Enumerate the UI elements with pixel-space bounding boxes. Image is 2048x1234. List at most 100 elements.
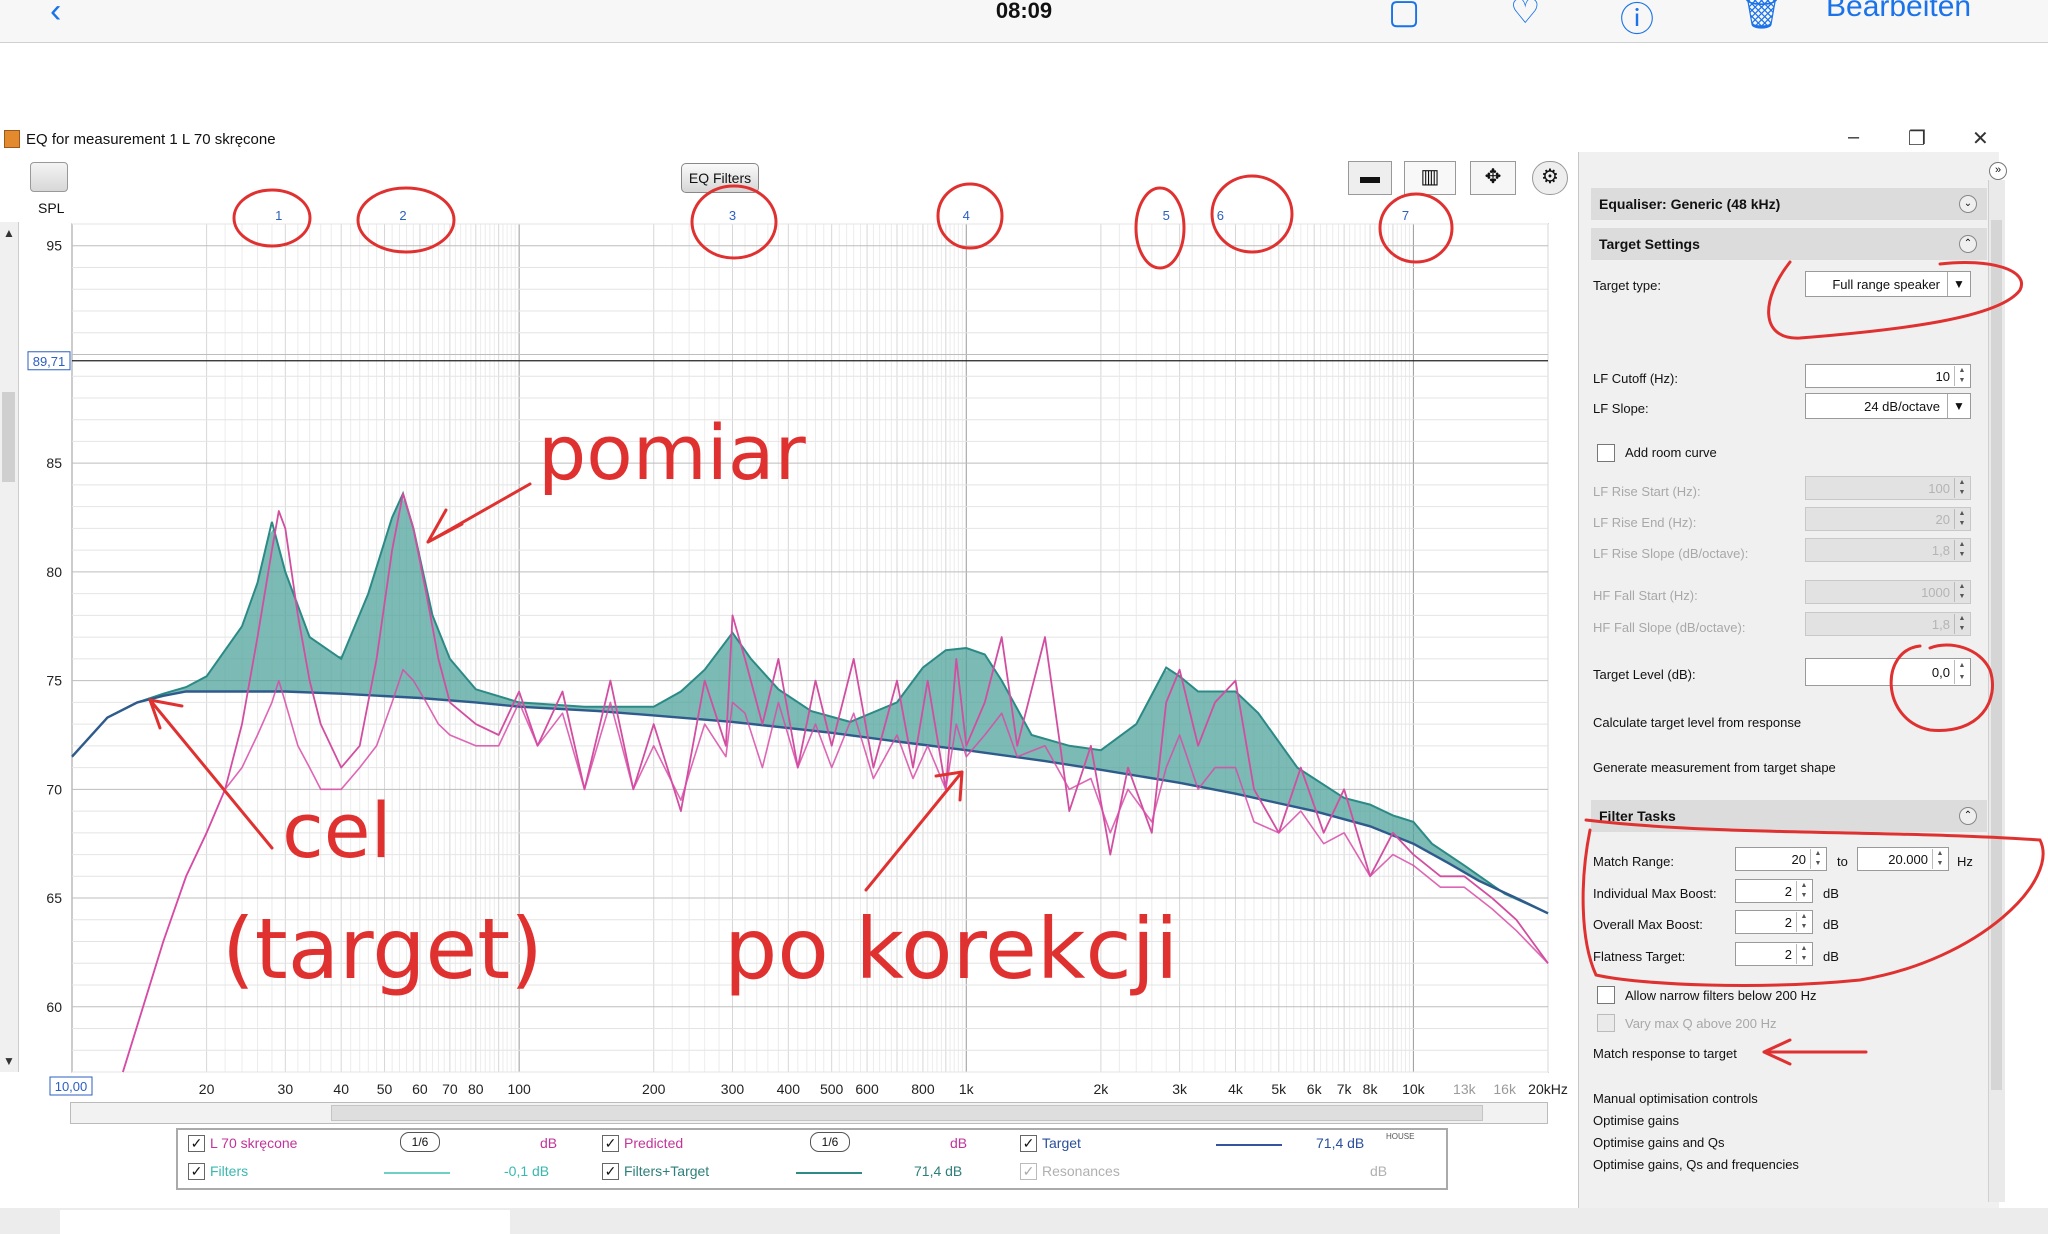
legend-value: 71,4 dB	[1316, 1135, 1365, 1151]
legend-value: dB	[540, 1135, 558, 1151]
legend-item-filters[interactable]: ✓ Filters -0,1 dB	[184, 1160, 584, 1184]
close-icon[interactable]: ✕	[1972, 126, 1989, 151]
camera-icon[interactable]	[30, 162, 68, 192]
eq-filters-button[interactable]: EQ Filters	[681, 163, 759, 193]
opt-gains-qs-freq-link[interactable]: Optimise gains, Qs and frequencies	[1593, 1157, 1799, 1172]
trash-icon[interactable]: 🗑	[1740, 0, 1783, 32]
cursor-x-label: 10,00	[55, 1079, 88, 1094]
hf-fall-slope-value: 1,8	[1931, 617, 1950, 632]
target-type-select[interactable]: Full range speaker ▼	[1805, 271, 1971, 297]
checkbox-checked[interactable]: ✓	[602, 1135, 619, 1152]
filter-number-label: 3	[729, 210, 736, 223]
lf-cutoff-value: 10	[1935, 369, 1950, 384]
smoothing-badge[interactable]: 1/6	[810, 1132, 850, 1152]
gen-measurement-link[interactable]: Generate measurement from target shape	[1593, 760, 1836, 775]
equaliser-header[interactable]: Equaliser: Generic (48 kHz) ⌄	[1591, 188, 1987, 220]
target-settings-title: Target Settings	[1599, 236, 1700, 252]
clock: 08:09	[995, 0, 1053, 23]
filter-tasks-header[interactable]: Filter Tasks ⌃	[1591, 800, 1987, 832]
spinner-icon[interactable]: ▲ ▼	[1954, 660, 1969, 684]
filter-number-label: 1	[275, 210, 282, 223]
calc-target-link[interactable]: Calculate target level from response	[1593, 715, 1801, 730]
y-tick-label: 65	[46, 890, 62, 906]
x-tick-label: 400	[777, 1081, 801, 1097]
db-unit: dB	[1823, 886, 1839, 901]
hf-fall-start-input: 1000 ▲ ▼	[1805, 580, 1971, 604]
legend-label: Filters	[210, 1163, 249, 1179]
lf-cutoff-input[interactable]: 10 ▲ ▼	[1805, 364, 1971, 388]
smoothing-badge[interactable]: 1/6	[400, 1132, 440, 1152]
match-range-to-input[interactable]: 20.000 ▲ ▼	[1857, 847, 1949, 871]
spinner-icon[interactable]: ▲ ▼	[1796, 881, 1811, 901]
panel-scrollbar[interactable]	[1988, 180, 2005, 1202]
opt-gains-link[interactable]: Optimise gains	[1593, 1113, 1679, 1128]
gear-icon[interactable]: ⚙	[1532, 161, 1568, 195]
spinner-icon: ▲ ▼	[1954, 509, 1969, 529]
target-settings-header[interactable]: Target Settings ⌃	[1591, 228, 1987, 260]
allow-narrow-checkbox[interactable]	[1597, 986, 1615, 1004]
bottom-field	[60, 1210, 510, 1234]
checkbox-checked[interactable]: ✓	[188, 1135, 205, 1152]
lf-slope-select[interactable]: 24 dB/octave ▼	[1805, 393, 1971, 419]
ind-max-boost-label: Individual Max Boost:	[1593, 886, 1717, 901]
chevron-up-icon[interactable]: ⌃	[1959, 235, 1977, 253]
flatness-input[interactable]: 2 ▲ ▼	[1735, 942, 1813, 966]
legend-item-filters-target[interactable]: ✓ Filters+Target 71,4 dB	[598, 1160, 998, 1184]
legend-item-target[interactable]: ✓ Target 71,4 dB HOUSE	[1016, 1132, 1436, 1156]
x-tick-label: 1k	[959, 1081, 975, 1097]
x-tick-label: 7k	[1337, 1081, 1353, 1097]
x-tick-label: 13k	[1453, 1081, 1477, 1097]
match-response-link[interactable]: Match response to target	[1593, 1046, 1737, 1061]
spinner-icon[interactable]: ▲ ▼	[1954, 366, 1969, 386]
checkbox-checked[interactable]: ✓	[602, 1163, 619, 1180]
horizontal-scrollbar[interactable]	[70, 1102, 1548, 1124]
dropdown-arrow-icon[interactable]: ▼	[1947, 394, 1970, 418]
match-range-from-input[interactable]: 20 ▲ ▼	[1735, 847, 1827, 871]
minimize-icon[interactable]: –	[1848, 126, 1859, 149]
y-tick-label: 60	[46, 999, 62, 1015]
add-room-curve-checkbox[interactable]	[1597, 444, 1615, 462]
chevron-down-icon[interactable]: ⌄	[1959, 195, 1977, 213]
java-app-icon	[4, 130, 20, 148]
target-type-label: Target type:	[1593, 278, 1661, 293]
legend-label: Resonances	[1042, 1163, 1120, 1179]
chevron-up-icon[interactable]: ⌃	[1959, 807, 1977, 825]
hz-unit: Hz	[1957, 854, 1973, 869]
x-tick-label: 16k	[1493, 1081, 1517, 1097]
overall-max-boost-input[interactable]: 2 ▲ ▼	[1735, 910, 1813, 934]
flatness-value: 2	[1784, 947, 1792, 962]
manual-controls-label: Manual optimisation controls	[1593, 1091, 1758, 1106]
legend-value: dB	[950, 1135, 968, 1151]
spinner-icon[interactable]: ▲ ▼	[1932, 849, 1947, 869]
spinner-icon[interactable]: ▲ ▼	[1796, 944, 1811, 964]
info-icon[interactable]: ⓘ	[1620, 0, 1654, 41]
share-icon[interactable]: ▢	[1388, 0, 1420, 32]
lf-rise-start-value: 100	[1928, 481, 1950, 496]
spinner-icon: ▲ ▼	[1954, 540, 1969, 560]
opt-gains-qs-link[interactable]: Optimise gains and Qs	[1593, 1135, 1725, 1150]
window-titlebar: EQ for measurement 1 L 70 skręcone – ❐ ✕	[0, 124, 2048, 154]
edit-button[interactable]: Bearbeiten	[1826, 0, 1971, 24]
add-room-curve-label: Add room curve	[1625, 445, 1717, 460]
legend-item-measurement[interactable]: ✓ L 70 skręcone 1/6 dB	[184, 1132, 584, 1156]
collapse-panel-icon[interactable]: »	[1989, 162, 2007, 180]
db-unit: dB	[1823, 949, 1839, 964]
move-arrows-icon[interactable]: ✥	[1470, 161, 1516, 195]
display-icon[interactable]: ▬	[1348, 161, 1392, 195]
back-chevron-icon[interactable]: ‹	[50, 0, 61, 31]
restore-icon[interactable]: ❐	[1908, 126, 1926, 151]
spinner-icon[interactable]: ▲ ▼	[1796, 912, 1811, 932]
grid-icon[interactable]: ▥	[1404, 161, 1456, 195]
checkbox-checked[interactable]: ✓	[1020, 1135, 1037, 1152]
target-level-input[interactable]: 0,0 ▲ ▼	[1805, 658, 1971, 686]
panel-scroll-thumb[interactable]	[1991, 220, 2002, 1090]
heart-icon[interactable]: ♡	[1510, 0, 1540, 32]
spinner-icon[interactable]: ▲ ▼	[1810, 849, 1825, 869]
legend-value: 71,4 dB	[914, 1163, 963, 1179]
hscroll-thumb[interactable]	[331, 1105, 1483, 1121]
legend-item-predicted[interactable]: ✓ Predicted 1/6 dB	[598, 1132, 998, 1156]
checkbox-checked[interactable]: ✓	[188, 1163, 205, 1180]
dropdown-arrow-icon[interactable]: ▼	[1947, 272, 1970, 296]
ind-max-boost-input[interactable]: 2 ▲ ▼	[1735, 879, 1813, 903]
x-tick-label: 8k	[1363, 1081, 1379, 1097]
